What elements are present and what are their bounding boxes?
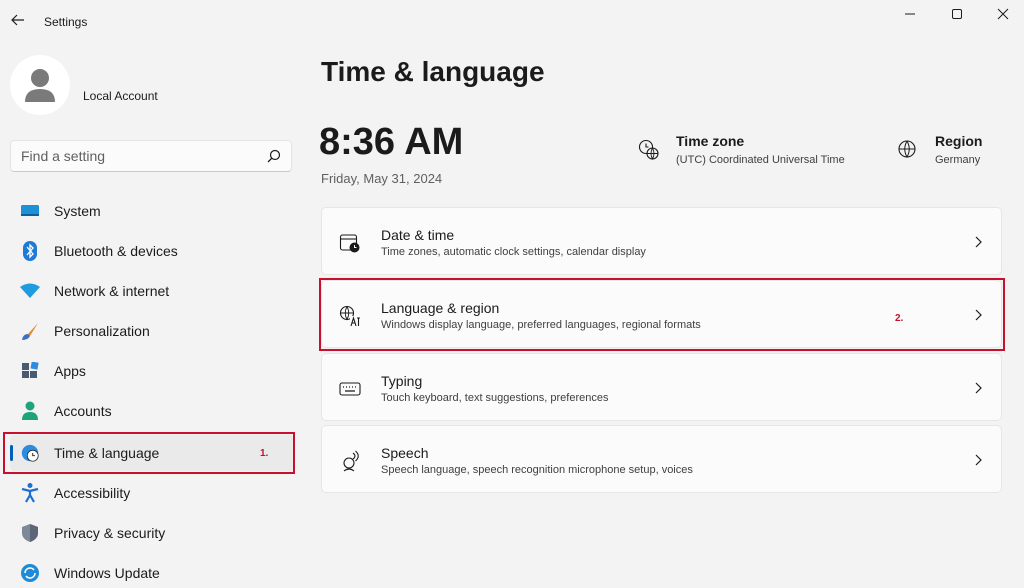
sidebar-item-label: Accessibility (54, 485, 131, 501)
wifi-icon (20, 281, 40, 301)
sidebar-item-windows-update[interactable]: Windows Update (10, 555, 294, 588)
region-value: Germany (935, 154, 981, 166)
globe-clock-icon (638, 139, 659, 160)
minimize-icon (905, 13, 915, 15)
sidebar-item-time-language[interactable]: Time & language (10, 435, 294, 471)
sidebar-item-label: Windows Update (54, 565, 160, 581)
back-button[interactable] (8, 10, 28, 30)
step-2-label: 2. (895, 313, 904, 324)
time-language-icon (20, 443, 40, 463)
sidebar-item-personalization[interactable]: Personalization (10, 313, 294, 349)
update-icon (20, 563, 40, 583)
apps-icon (20, 361, 40, 381)
maximize-button[interactable] (935, 4, 979, 24)
card-language-region[interactable]: Language & region Windows display langua… (321, 280, 1002, 348)
avatar[interactable] (10, 55, 70, 115)
accessibility-icon (20, 483, 40, 503)
card-title: Speech (381, 445, 429, 461)
system-icon (20, 201, 40, 221)
card-subtitle: Time zones, automatic clock settings, ca… (381, 246, 646, 258)
shield-icon (20, 523, 40, 543)
calendar-clock-icon (339, 234, 360, 253)
sidebar-item-privacy[interactable]: Privacy & security (10, 515, 294, 551)
time-zone-title: Time zone (676, 133, 745, 149)
sidebar-item-bluetooth[interactable]: Bluetooth & devices (10, 233, 294, 269)
accounts-icon (20, 401, 40, 421)
title-bar: Settings (0, 0, 1024, 40)
sidebar-item-accounts[interactable]: Accounts (10, 393, 294, 429)
sidebar-item-label: System (54, 203, 101, 219)
language-icon (339, 305, 360, 327)
close-button[interactable] (981, 4, 1024, 24)
brush-icon (20, 321, 40, 341)
maximize-icon (952, 9, 962, 19)
back-arrow-icon (11, 14, 24, 26)
card-typing[interactable]: Typing Touch keyboard, text suggestions,… (321, 353, 1002, 421)
sidebar-item-label: Time & language (54, 445, 160, 461)
search-box[interactable] (10, 140, 292, 172)
current-date: Friday, May 31, 2024 (321, 171, 443, 186)
card-speech[interactable]: Speech Speech language, speech recogniti… (321, 425, 1002, 493)
app-title: Settings (44, 15, 88, 29)
sidebar-item-label: Network & internet (54, 283, 170, 299)
sidebar-item-label: Bluetooth & devices (54, 243, 178, 259)
bluetooth-icon (20, 241, 40, 261)
sidebar-item-accessibility[interactable]: Accessibility (10, 475, 294, 511)
current-time: 8:36 AM (319, 121, 464, 163)
close-icon (997, 8, 1009, 20)
region-title: Region (935, 133, 983, 149)
account-name: Local Account (83, 89, 158, 103)
sidebar-item-label: Privacy & security (54, 525, 166, 541)
card-subtitle: Windows display language, preferred lang… (381, 319, 701, 331)
user-icon (25, 69, 55, 102)
keyboard-icon (339, 382, 361, 396)
chevron-right-icon (975, 382, 982, 394)
speech-icon (343, 450, 359, 472)
minimize-button[interactable] (888, 4, 932, 24)
sidebar-item-label: Personalization (54, 323, 150, 339)
card-subtitle: Speech language, speech recognition micr… (381, 464, 693, 476)
sidebar-item-network[interactable]: Network & internet (10, 273, 294, 309)
time-zone-value: (UTC) Coordinated Universal Time (676, 154, 845, 166)
page-title: Time & language (321, 56, 545, 87)
search-icon[interactable] (267, 149, 281, 163)
step-1-label: 1. (260, 448, 269, 459)
chevron-right-icon (975, 309, 982, 321)
card-subtitle: Touch keyboard, text suggestions, prefer… (381, 392, 609, 404)
sidebar-item-label: Accounts (54, 403, 112, 419)
card-date-time[interactable]: Date & time Time zones, automatic clock … (321, 207, 1002, 275)
card-title: Date & time (381, 227, 455, 243)
globe-icon (898, 140, 916, 159)
search-input[interactable] (21, 141, 251, 171)
chevron-right-icon (975, 236, 982, 248)
chevron-right-icon (975, 454, 982, 466)
card-title: Typing (381, 373, 423, 389)
card-title: Language & region (381, 300, 500, 316)
sidebar-item-apps[interactable]: Apps (10, 353, 294, 389)
sidebar-item-system[interactable]: System (10, 193, 294, 229)
sidebar-item-label: Apps (54, 363, 86, 379)
